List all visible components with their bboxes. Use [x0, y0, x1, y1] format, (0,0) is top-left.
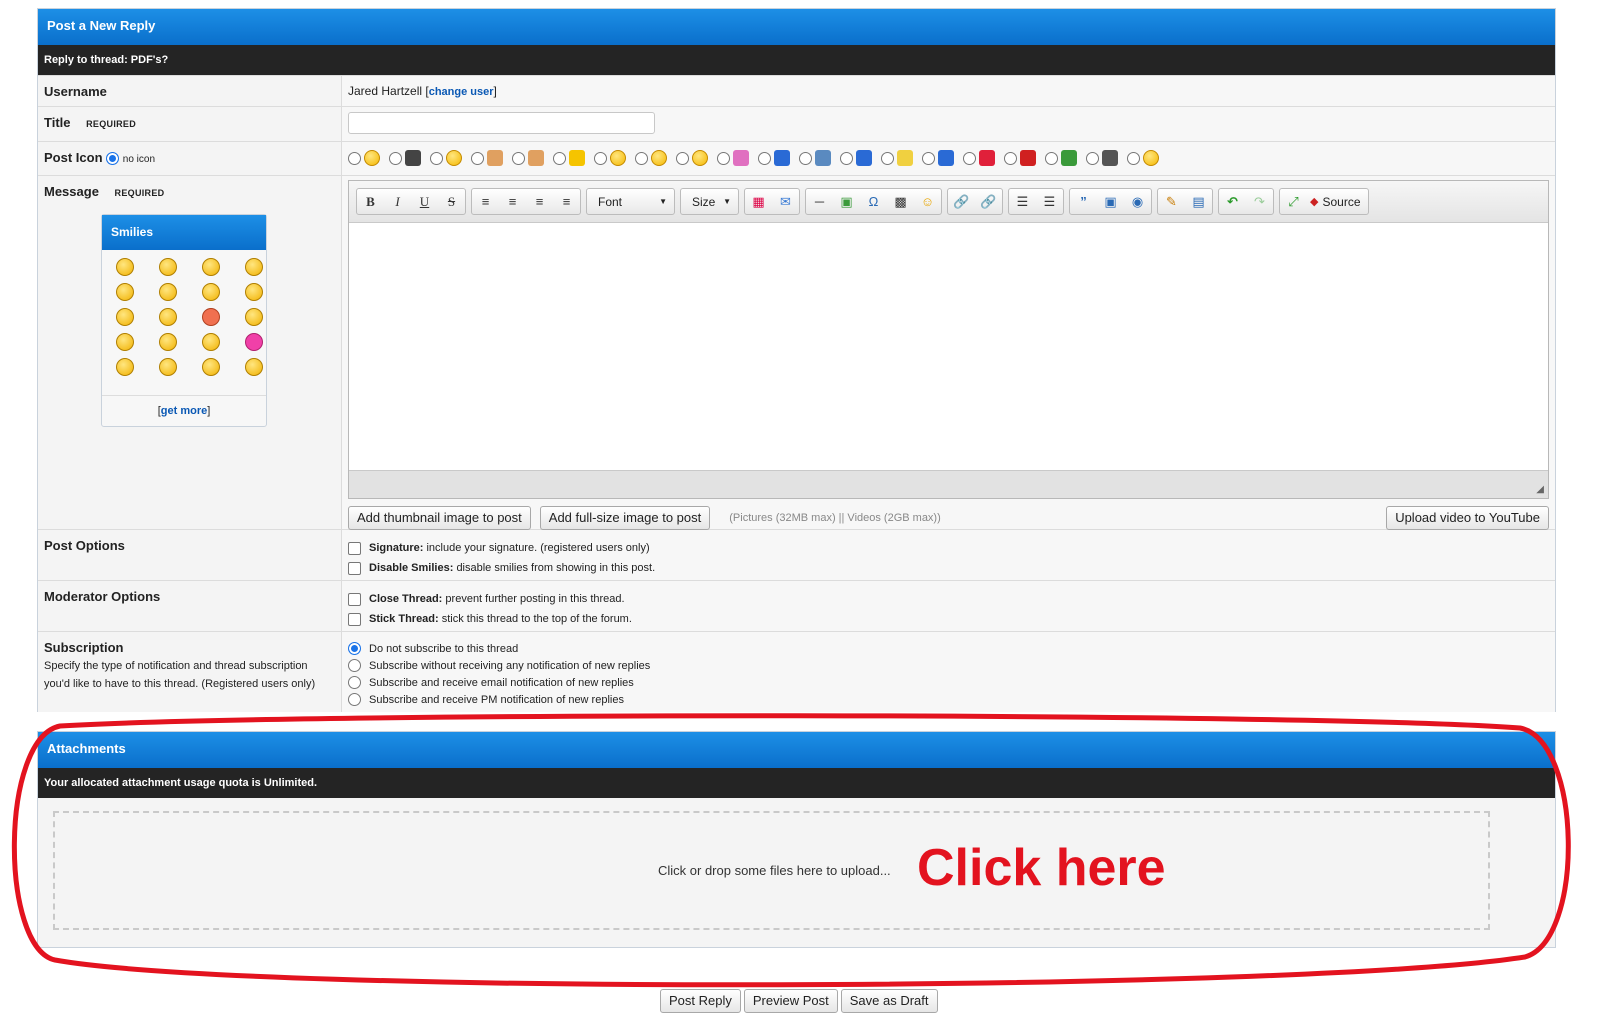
preview-post-button[interactable]: Preview Post [743, 989, 838, 1013]
submit-buttons: Post Reply Preview Post Save as Draft [660, 989, 938, 1013]
highlight-ellipse [11, 713, 1571, 988]
post-reply-button[interactable]: Post Reply [660, 989, 741, 1013]
save-draft-button[interactable]: Save as Draft [840, 989, 938, 1013]
